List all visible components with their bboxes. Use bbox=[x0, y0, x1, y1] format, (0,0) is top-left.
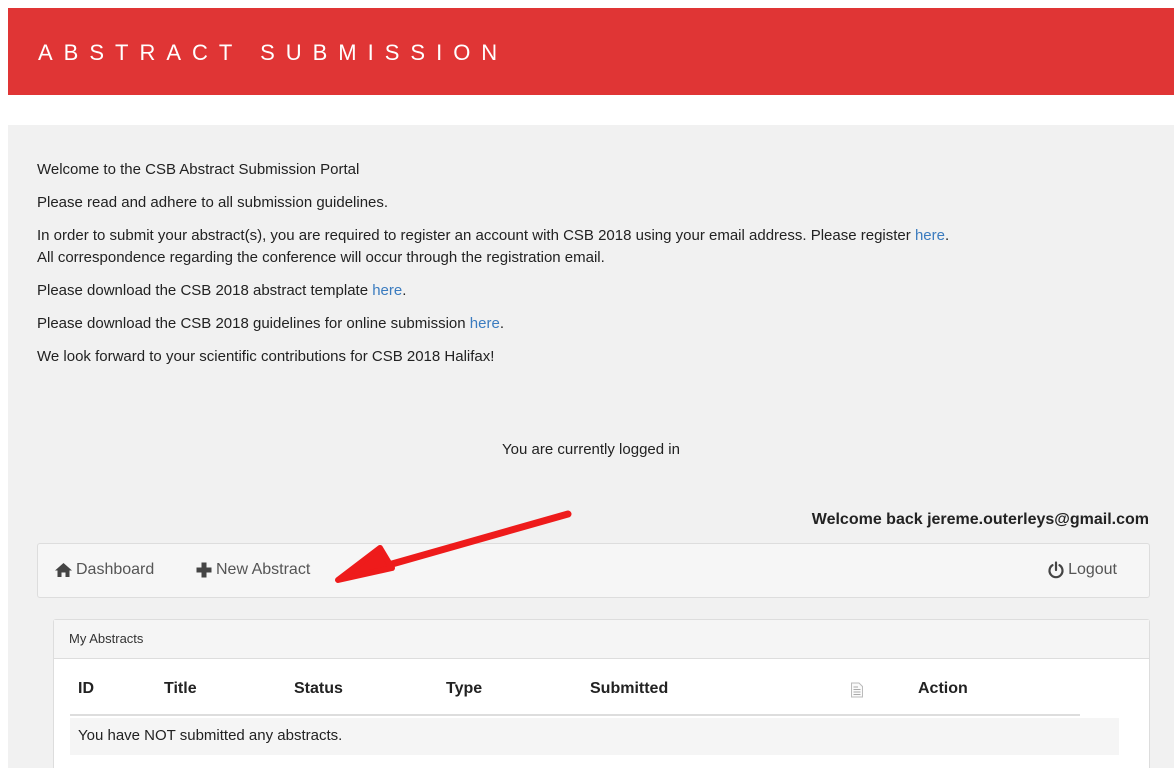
column-file bbox=[850, 682, 864, 703]
power-icon bbox=[1048, 561, 1064, 579]
online-guidelines-paragraph: Please download the CSB 2018 guidelines … bbox=[37, 313, 1162, 335]
new-abstract-label: New Abstract bbox=[216, 561, 311, 578]
logout-button[interactable]: Logout bbox=[1047, 561, 1117, 579]
page-header: ABSTRACT SUBMISSION bbox=[8, 8, 1174, 95]
template-link[interactable]: here bbox=[372, 282, 402, 299]
dashboard-label: Dashboard bbox=[76, 561, 155, 578]
online-guidelines-text: Please download the CSB 2018 guidelines … bbox=[37, 315, 470, 332]
logged-in-status: You are currently logged in bbox=[502, 441, 680, 458]
register-paragraph: In order to submit your abstract(s), you… bbox=[37, 225, 1162, 269]
panel-heading: My Abstracts bbox=[54, 620, 1149, 659]
logout-label: Logout bbox=[1068, 561, 1117, 578]
correspondence-text: All correspondence regarding the confere… bbox=[37, 249, 605, 266]
online-guidelines-link[interactable]: here bbox=[470, 315, 500, 332]
template-tail: . bbox=[402, 282, 407, 299]
dashboard-link[interactable]: Dashboard bbox=[54, 561, 154, 579]
column-type: Type bbox=[446, 680, 483, 697]
column-id: ID bbox=[78, 680, 94, 697]
column-submitted: Submitted bbox=[590, 680, 669, 697]
main-content: Welcome to the CSB Abstract Submission P… bbox=[8, 125, 1174, 768]
document-icon bbox=[851, 682, 863, 698]
table-header: ID Title Status Type Submitted Action bbox=[70, 672, 1080, 716]
online-guidelines-tail: . bbox=[499, 315, 504, 332]
template-paragraph: Please download the CSB 2018 abstract te… bbox=[37, 280, 1162, 302]
my-abstracts-panel: My Abstracts ID Title Status Type Submit… bbox=[53, 619, 1150, 768]
look-forward-text: We look forward to your scientific contr… bbox=[37, 348, 495, 365]
column-title: Title bbox=[164, 680, 197, 697]
new-abstract-button[interactable]: New Abstract bbox=[195, 561, 310, 579]
register-tail: . bbox=[944, 227, 950, 244]
plus-icon bbox=[196, 562, 212, 578]
home-icon bbox=[55, 563, 72, 577]
register-text: In order to submit your abstract(s), you… bbox=[37, 227, 915, 244]
column-status: Status bbox=[294, 680, 343, 697]
guidelines-text: Please read and adhere to all submission… bbox=[37, 194, 389, 211]
nav-bar: Dashboard New Abstract Logout bbox=[37, 543, 1150, 598]
header-title: ABSTRACT SUBMISSION bbox=[38, 40, 509, 65]
intro-section: Welcome to the CSB Abstract Submission P… bbox=[37, 159, 1162, 379]
register-link[interactable]: here bbox=[915, 227, 945, 244]
column-action: Action bbox=[918, 680, 968, 697]
template-text: Please download the CSB 2018 abstract te… bbox=[37, 282, 373, 299]
welcome-text: Welcome to the CSB Abstract Submission P… bbox=[37, 161, 360, 178]
welcome-back-text: Welcome back jereme.outerleys@gmail.com bbox=[811, 511, 1149, 528]
empty-row: You have NOT submitted any abstracts. bbox=[70, 718, 1119, 755]
